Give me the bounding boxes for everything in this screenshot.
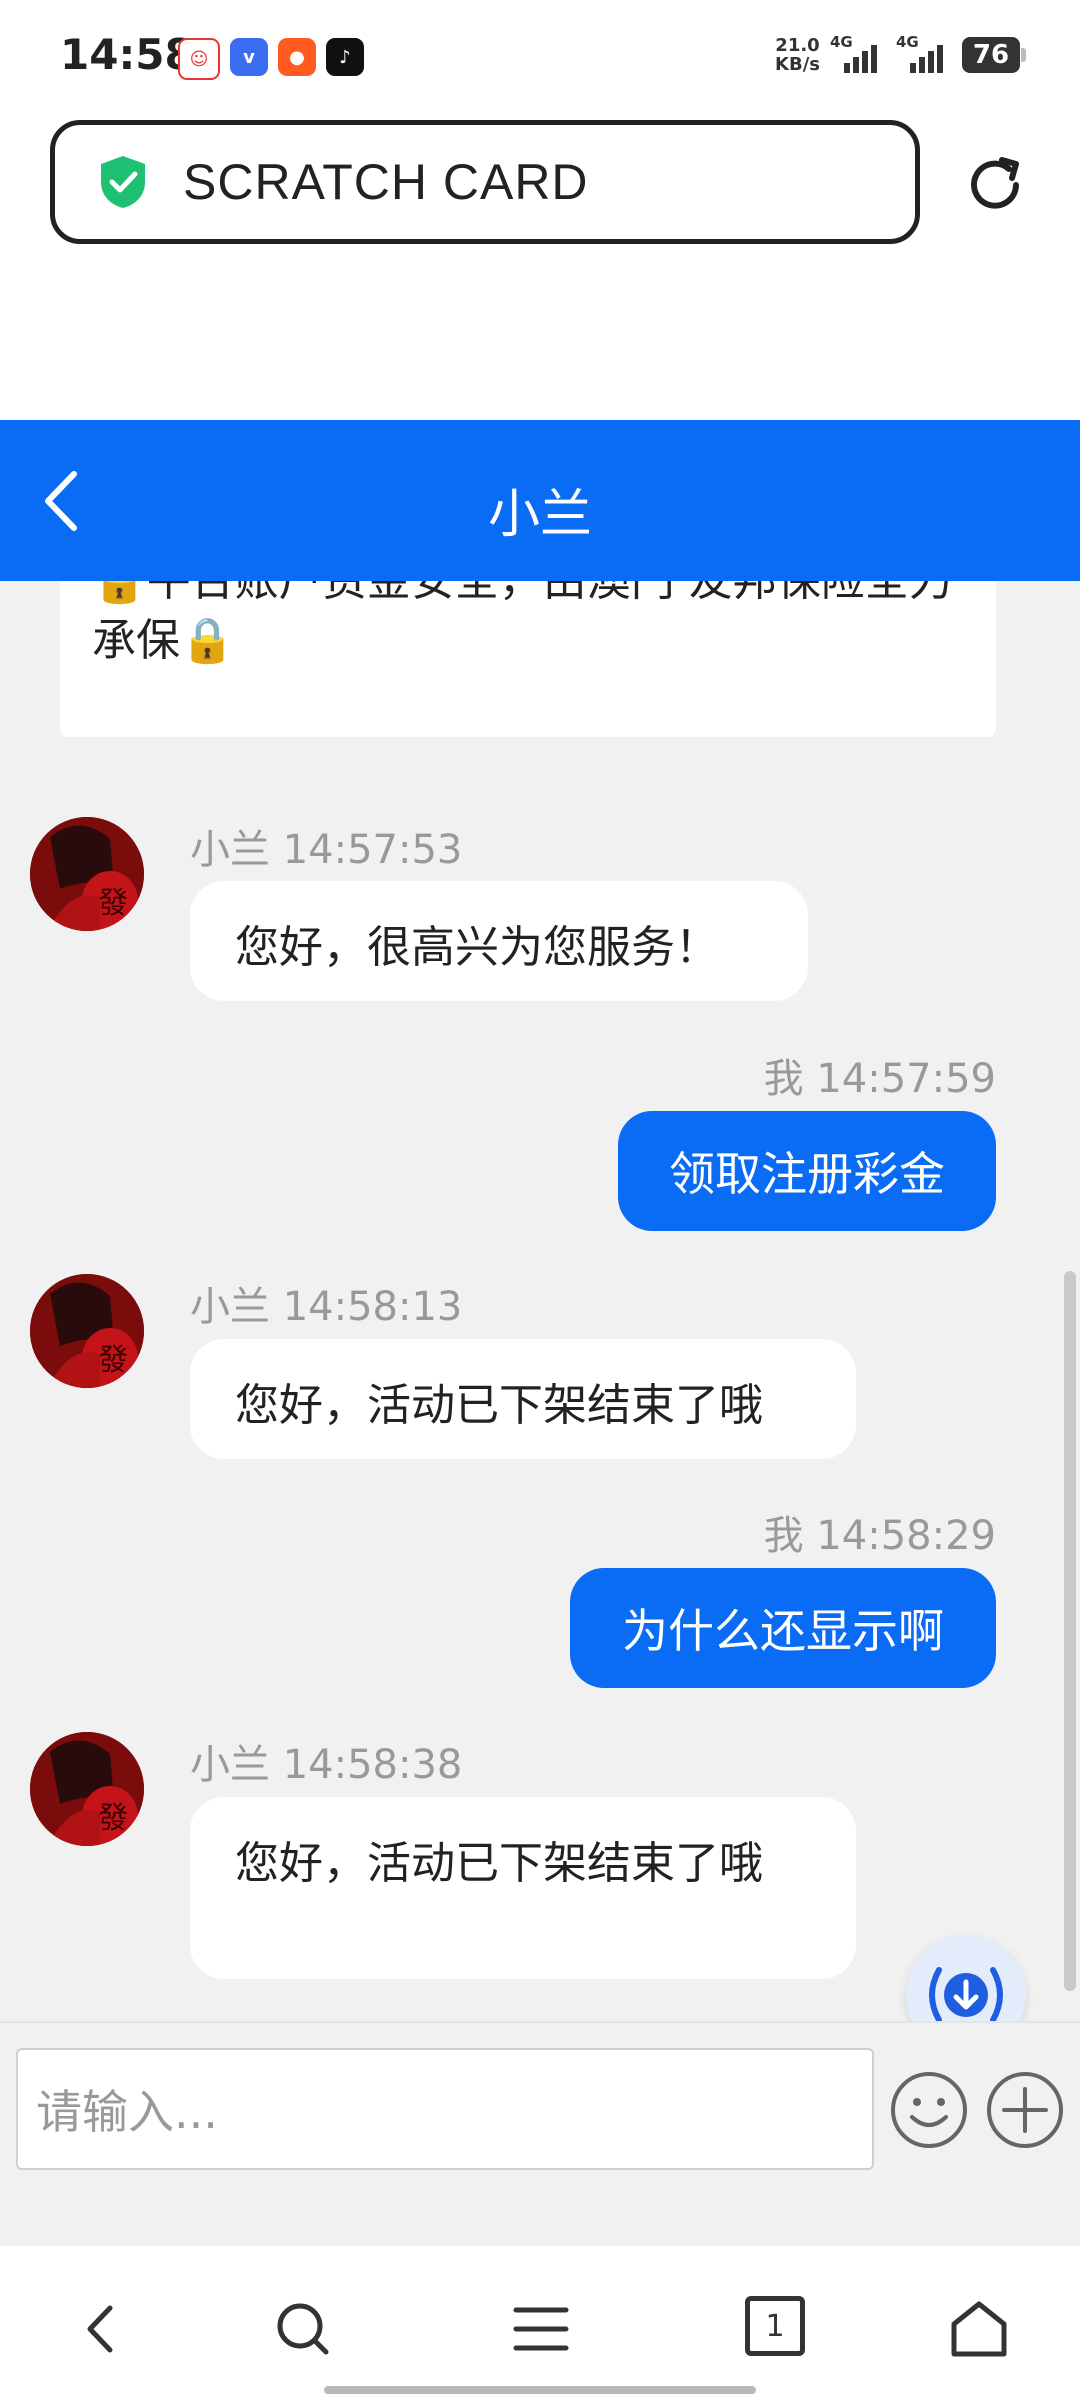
agent-avatar[interactable]: 發 <box>30 817 144 931</box>
incoming-message-bubble: 您好，很高兴为您服务！ <box>190 881 808 1001</box>
message-input-placeholder: 请输入... <box>36 2085 218 2139</box>
message-text: 您好，活动已下架结束了哦 <box>235 1380 763 1431</box>
battery-level: 76 <box>972 40 1010 70</box>
signal-2-label: 4G <box>896 33 919 51</box>
status-app-icons: ☺ v ● ♪ <box>178 38 364 80</box>
incoming-message-bubble: 您好，活动已下架结束了哦 <box>190 1797 856 1979</box>
search-icon[interactable] <box>270 2296 336 2362</box>
message-meta: 小兰 14:57:53 <box>190 827 463 873</box>
notice-card: 🔒平台账户资金安全，由澳门 友邦保险全力承保🔒 <box>60 581 996 737</box>
network-speed: 21.0 KB/s <box>775 36 820 74</box>
notice-text: 🔒平台账户资金安全，由澳门 友邦保险全力承保🔒 <box>92 581 953 666</box>
scrollbar[interactable] <box>1064 1271 1076 1991</box>
svg-text:發: 發 <box>98 886 128 921</box>
chat-title: 小兰 <box>487 485 592 545</box>
status-indicators: 21.0 KB/s 4G 4G 76 <box>775 33 1026 74</box>
outgoing-message-bubble: 领取注册彩金 <box>618 1111 996 1231</box>
download-icon <box>929 1967 1003 2023</box>
message-meta: 小兰 14:58:13 <box>190 1284 463 1330</box>
tabs-icon[interactable]: 1 <box>745 2296 805 2356</box>
agent-avatar[interactable]: 發 <box>30 1732 144 1846</box>
battery-icon: 76 <box>962 37 1026 73</box>
address-bar[interactable]: SCRATCH CARD <box>50 120 920 244</box>
nav-back-icon[interactable] <box>68 2296 134 2362</box>
app-notification-icon: ☺ <box>178 38 220 80</box>
emoji-icon[interactable] <box>888 2069 970 2151</box>
home-icon[interactable] <box>946 2296 1012 2362</box>
message-text: 为什么还显示啊 <box>622 1604 944 1658</box>
svg-text:發: 發 <box>98 1801 128 1836</box>
plus-icon[interactable] <box>984 2069 1066 2151</box>
message-input-bar: 请输入... <box>0 2021 1080 2248</box>
incoming-message-bubble: 您好，活动已下架结束了哦 <box>190 1339 856 1459</box>
reload-icon[interactable] <box>962 152 1028 218</box>
network-speed-value: 21.0 <box>775 35 820 56</box>
home-indicator[interactable] <box>324 2386 756 2394</box>
shield-check-icon <box>101 156 145 208</box>
page-title: SCRATCH CARD <box>183 154 589 210</box>
chat-message-list[interactable]: 🔒平台账户资金安全，由澳门 友邦保险全力承保🔒 發 小兰 14:57:53 您好… <box>0 581 1080 2021</box>
network-speed-unit: KB/s <box>775 54 820 75</box>
signal-1-label: 4G <box>830 33 853 51</box>
message-text: 领取注册彩金 <box>669 1147 945 1201</box>
kuaishou-app-icon: ● <box>278 38 316 76</box>
outgoing-message-bubble: 为什么还显示啊 <box>570 1568 996 1688</box>
message-text: 您好，很高兴为您服务！ <box>235 922 719 973</box>
message-input[interactable]: 请输入... <box>16 2048 874 2170</box>
message-meta: 我 14:58:29 <box>763 1513 996 1559</box>
message-text: 您好，活动已下架结束了哦 <box>235 1838 763 1889</box>
browser-bottom-nav: 1 <box>0 2246 1080 2400</box>
message-meta: 小兰 14:58:38 <box>190 1742 463 1788</box>
agent-avatar[interactable]: 發 <box>30 1274 144 1388</box>
chat-header: 小兰 <box>0 420 1080 581</box>
signal-2-icon: 4G <box>896 33 952 73</box>
status-bar: 14:58 ☺ v ● ♪ 21.0 KB/s 4G 4G 76 <box>0 0 1080 115</box>
menu-icon[interactable] <box>508 2296 574 2362</box>
vivo-app-icon: v <box>230 38 268 76</box>
tiktok-app-icon: ♪ <box>326 38 364 76</box>
tab-count: 1 <box>765 2308 785 2344</box>
signal-1-icon: 4G <box>830 33 886 73</box>
status-time: 14:58 <box>60 30 194 79</box>
svg-text:發: 發 <box>98 1343 128 1378</box>
message-meta: 我 14:57:59 <box>763 1056 996 1102</box>
